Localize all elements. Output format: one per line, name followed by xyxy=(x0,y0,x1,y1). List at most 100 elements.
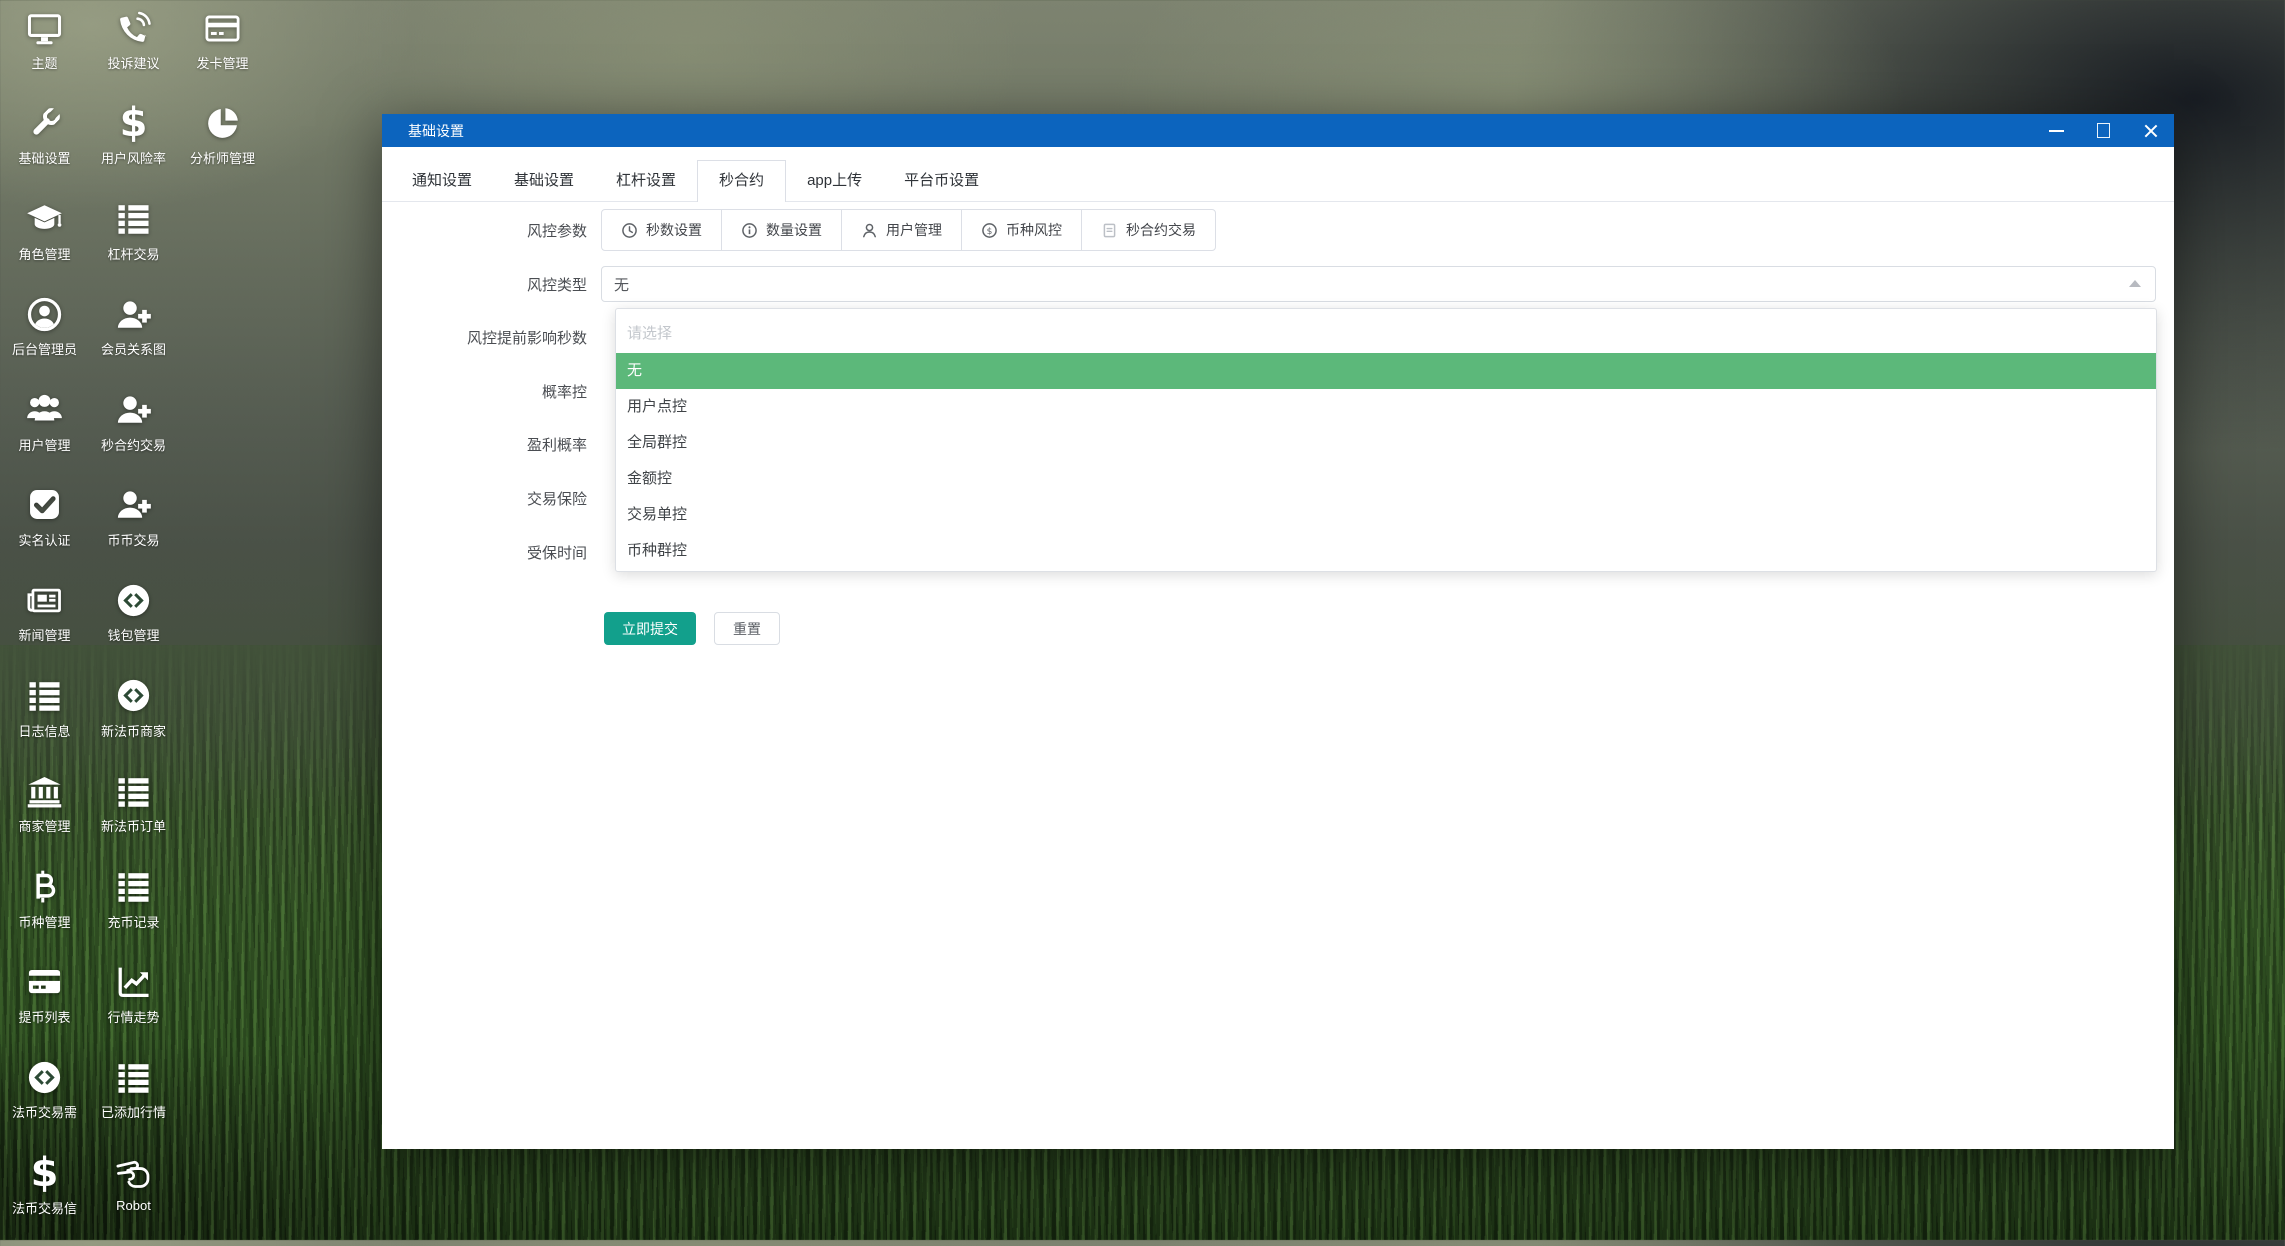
quantity-settings-button[interactable]: 数量设置 xyxy=(721,209,842,251)
sidebar-item-label: 秒合约交易 xyxy=(100,437,166,453)
tab-platform-coin[interactable]: 平台币设置 xyxy=(883,161,1001,201)
dollar-icon: $ xyxy=(30,1149,59,1196)
tab-leverage-settings[interactable]: 杠杆设置 xyxy=(595,161,698,201)
dropdown-option-coin-group[interactable]: 币种群控 xyxy=(616,533,2156,569)
submit-button[interactable]: 立即提交 xyxy=(604,612,696,645)
sidebar-item-fiat-orders[interactable]: 新法币订单 xyxy=(89,769,178,864)
sidebar-item-admins[interactable]: 后台管理员 xyxy=(0,292,89,387)
seconds-settings-button[interactable]: 秒数设置 xyxy=(601,209,722,251)
dropdown-option-none[interactable]: 无 xyxy=(616,353,2156,389)
sidebar-item-label: 日志信息 xyxy=(18,723,71,739)
sidebar-item-added-markets[interactable]: 已添加行情 xyxy=(89,1055,178,1150)
wrench-icon xyxy=(26,101,63,145)
risk-type-dropdown-panel: 请选择 无 用户点控 全局群控 金额控 交易单控 币种群控 xyxy=(615,308,2157,572)
sidebar-item-label: 主题 xyxy=(31,56,58,71)
sidebar-item-label: 提币列表 xyxy=(18,1009,71,1025)
sidebar-item-user-mgmt[interactable]: 用户管理 xyxy=(0,388,89,483)
dropdown-option-user-point[interactable]: 用户点控 xyxy=(616,389,2156,425)
sidebar-item-basic-settings[interactable]: 基础设置 xyxy=(0,101,89,196)
credit-card-icon xyxy=(204,6,241,50)
sidebar-item-label: 用户管理 xyxy=(18,437,71,453)
bitcoin-icon xyxy=(26,865,63,909)
probability-label: 概率控 xyxy=(541,383,587,401)
dropdown-option-global-group[interactable]: 全局群控 xyxy=(616,425,2156,461)
user-plus-icon xyxy=(115,483,152,527)
sidebar-item-label: 实名认证 xyxy=(18,532,71,548)
pre-seconds-label: 风控提前影响秒数 xyxy=(466,329,587,347)
list-icon xyxy=(115,1055,152,1099)
sidebar-item-label: 用户风险率 xyxy=(100,151,166,167)
reset-button[interactable]: 重置 xyxy=(714,612,780,645)
sidebar-item-kyc[interactable]: 实名认证 xyxy=(0,483,89,578)
button-label: 秒数设置 xyxy=(646,222,702,238)
sidebar-item-label: 行情走势 xyxy=(107,1009,160,1025)
sidebar-item-complaints[interactable]: 投诉建议 xyxy=(89,6,178,101)
risk-type-select[interactable]: 无 xyxy=(601,266,2156,302)
sidebar-item-label: 杠杆交易 xyxy=(107,246,160,262)
sidebar-item-label: Robot xyxy=(116,1197,151,1213)
form-actions: 立即提交 重置 xyxy=(604,612,780,645)
tab-app-upload[interactable]: app上传 xyxy=(786,161,884,201)
sidebar-item-member-graph[interactable]: 会员关系图 xyxy=(89,292,178,387)
user-management-button[interactable]: 用户管理 xyxy=(841,209,962,251)
sidebar-item-label: 法币交易信 xyxy=(11,1200,77,1216)
sidebar-item-label: 会员关系图 xyxy=(100,342,166,358)
tab-basic-settings[interactable]: 基础设置 xyxy=(493,161,596,201)
user-plus-icon xyxy=(115,292,152,336)
seconds-contract-trade-button[interactable]: 秒合约交易 xyxy=(1081,209,1216,251)
chart-line-icon xyxy=(115,960,152,1004)
sidebar-item-market-trend[interactable]: 行情走势 xyxy=(89,960,178,1055)
window-titlebar[interactable]: 基础设置 xyxy=(382,114,2174,147)
sidebar-item-wallet[interactable]: 钱包管理 xyxy=(89,578,178,673)
tab-notify-settings[interactable]: 通知设置 xyxy=(391,161,494,201)
dropdown-placeholder: 请选择 xyxy=(627,325,673,342)
sidebar-item-fiat-merchant[interactable]: 新法币商家 xyxy=(89,674,178,769)
sidebar-item-analyst[interactable]: 分析师管理 xyxy=(178,101,267,196)
settings-tabbar: 通知设置 基础设置 杠杆设置 秒合约 app上传 平台币设置 xyxy=(382,147,2174,202)
sidebar-item-card-issuing[interactable]: 发卡管理 xyxy=(178,6,267,101)
tab-seconds-contract[interactable]: 秒合约 xyxy=(697,160,787,202)
dollar-icon: $ xyxy=(119,100,148,147)
document-icon xyxy=(1101,222,1118,239)
sidebar-item-spot-trade[interactable]: 币币交易 xyxy=(89,483,178,578)
sidebar-item-deposit-records[interactable]: 充币记录 xyxy=(89,865,178,960)
sidebar-item-label: 已添加行情 xyxy=(100,1105,166,1121)
dollar-circle-icon xyxy=(981,222,998,239)
user-icon xyxy=(861,222,878,239)
insured-time-label: 受保时间 xyxy=(526,544,587,562)
sidebar-item-label: 基础设置 xyxy=(18,151,71,167)
sidebar-item-roles[interactable]: 角色管理 xyxy=(0,197,89,292)
sidebar-item-merchant-mgmt[interactable]: 商家管理 xyxy=(0,769,89,864)
close-button[interactable] xyxy=(2127,114,2174,147)
sidebar-item-seconds-contract[interactable]: 秒合约交易 xyxy=(89,388,178,483)
sidebar-item-robot[interactable]: Robot xyxy=(89,1151,178,1246)
sidebar-item-label: 后台管理员 xyxy=(11,342,77,358)
sidebar-item-fiat-demand[interactable]: 法币交易需 xyxy=(0,1055,89,1150)
sidebar-item-theme[interactable]: 主题 xyxy=(0,6,89,101)
sidebar-item-user-risk[interactable]: $ 用户风险率 xyxy=(89,101,178,196)
window-title: 基础设置 xyxy=(408,122,464,139)
bank-icon xyxy=(26,769,63,813)
sidebar-item-coin-mgmt[interactable]: 币种管理 xyxy=(0,865,89,960)
sidebar-item-label: 钱包管理 xyxy=(107,628,160,644)
sidebar-item-leverage-trade[interactable]: 杠杆交易 xyxy=(89,197,178,292)
risk-type-label: 风控类型 xyxy=(526,276,587,294)
select-value: 无 xyxy=(614,276,630,294)
list-icon xyxy=(115,865,152,909)
trade-insurance-label: 交易保险 xyxy=(526,490,587,508)
dropdown-option-amount[interactable]: 金额控 xyxy=(616,461,2156,497)
button-label: 用户管理 xyxy=(886,222,942,238)
chevron-up-icon xyxy=(2129,280,2141,287)
coin-logo-icon xyxy=(26,1055,63,1099)
sidebar-item-fiat-info[interactable]: $ 法币交易信 xyxy=(0,1151,89,1246)
settings-window: 基础设置 通知设置 基础设置 杠杆设置 秒合约 app上传 平台币设置 风控参数… xyxy=(382,114,2174,1149)
sidebar-item-logs[interactable]: 日志信息 xyxy=(0,674,89,769)
sidebar-item-news[interactable]: 新闻管理 xyxy=(0,578,89,673)
profit-probability-label: 盈利概率 xyxy=(526,436,587,454)
sidebar-item-label: 新法币商家 xyxy=(100,723,166,739)
dropdown-option-order[interactable]: 交易单控 xyxy=(616,497,2156,533)
maximize-button[interactable] xyxy=(2080,114,2127,147)
coin-risk-button[interactable]: 币种风控 xyxy=(961,209,1082,251)
sidebar-item-withdraw-list[interactable]: 提币列表 xyxy=(0,960,89,1055)
minimize-button[interactable] xyxy=(2033,114,2080,147)
